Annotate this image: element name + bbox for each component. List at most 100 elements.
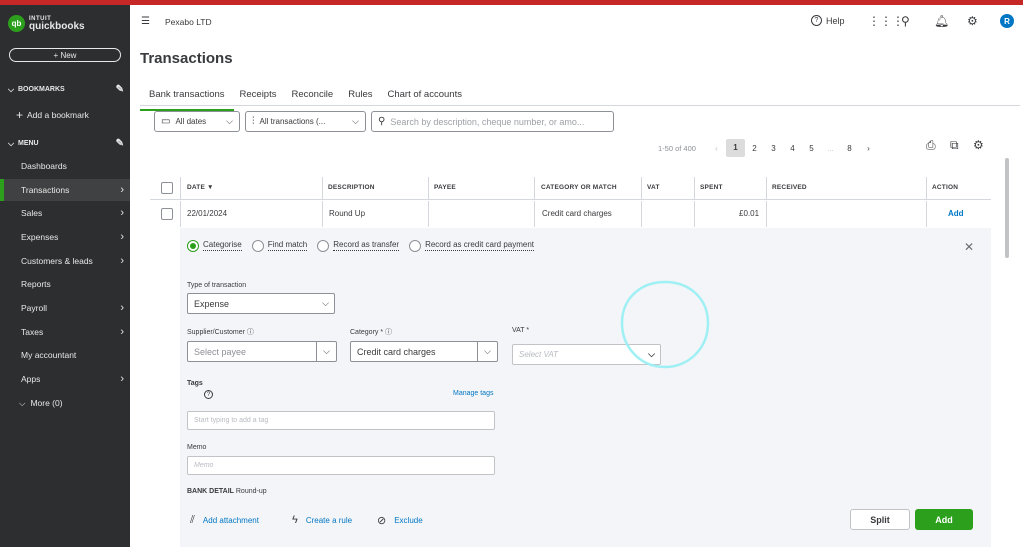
tab-divider bbox=[140, 105, 1020, 106]
sidebar-item-payroll[interactable]: Payroll › bbox=[0, 297, 130, 319]
lightning-icon: ϟ bbox=[292, 514, 298, 526]
apps-grid-icon[interactable]: ⋮⋮⋮ bbox=[868, 14, 904, 28]
sidebar-item-apps[interactable]: Apps › bbox=[0, 368, 130, 390]
bell-icon[interactable]: 🔔︎ bbox=[934, 14, 949, 28]
sidebar-item-my-accountant[interactable]: My accountant bbox=[0, 344, 130, 366]
bookmarks-section[interactable]: ⌵ BOOKMARKS ✎ bbox=[8, 84, 124, 95]
tags-input[interactable]: Start typing to add a tag bbox=[187, 411, 495, 430]
new-button[interactable]: + New bbox=[9, 48, 121, 62]
row-category: Credit card charges bbox=[542, 209, 612, 218]
date-filter[interactable]: ▭ All dates ⌵ bbox=[154, 111, 240, 132]
page-3-button[interactable]: 3 bbox=[764, 144, 783, 153]
avatar[interactable]: R bbox=[1000, 14, 1014, 28]
page-ellipsis: ... bbox=[827, 143, 834, 153]
help-icon[interactable]: ? bbox=[204, 390, 213, 399]
sidebar-item-expenses[interactable]: Expenses › bbox=[0, 226, 130, 248]
scrollbar[interactable] bbox=[1005, 158, 1009, 258]
col-payee: PAYEE bbox=[434, 184, 456, 191]
page-5-button[interactable]: 5 bbox=[802, 144, 821, 153]
edit-bookmarks-icon[interactable]: ✎ bbox=[116, 84, 124, 95]
memo-label: Memo bbox=[187, 444, 207, 451]
vat-label: VAT * bbox=[512, 327, 530, 334]
add-bookmark-link[interactable]: + Add a bookmark bbox=[16, 108, 89, 122]
chevron-down-icon: ⌵ bbox=[352, 116, 359, 126]
transaction-type-filter[interactable]: ⫶ All transactions (... ⌵ bbox=[245, 111, 366, 132]
categorise-radio[interactable] bbox=[187, 240, 199, 252]
tab-receipts[interactable]: Receipts bbox=[240, 83, 277, 105]
next-page-button[interactable]: › bbox=[859, 144, 878, 153]
tab-reconcile[interactable]: Reconcile bbox=[291, 83, 333, 105]
record-transfer-label[interactable]: Record as transfer bbox=[333, 240, 400, 251]
sidebar-item-sales[interactable]: Sales › bbox=[0, 202, 130, 224]
chevron-right-icon: › bbox=[120, 326, 124, 338]
table-row[interactable]: 22/01/2024 Round Up Credit card charges … bbox=[150, 201, 991, 227]
page-2-button[interactable]: 2 bbox=[745, 144, 764, 153]
col-vat: VAT bbox=[647, 184, 660, 191]
supplier-label: Supplier/Customer ⓘ bbox=[187, 329, 254, 336]
search-icon: ⚲ bbox=[378, 116, 386, 127]
chevron-down-icon: ⌵ bbox=[19, 397, 26, 408]
close-icon[interactable]: ✕ bbox=[964, 240, 974, 254]
memo-input[interactable]: Memo bbox=[187, 456, 495, 475]
help-icon: ⓘ bbox=[385, 329, 393, 336]
gear-icon[interactable]: ⚙ bbox=[967, 14, 978, 28]
sidebar-item-dashboards[interactable]: Dashboards bbox=[0, 155, 130, 177]
record-cc-payment-radio[interactable] bbox=[409, 240, 422, 252]
sidebar-item-taxes[interactable]: Taxes › bbox=[0, 321, 130, 343]
add-attachment-link[interactable]: ⫽ Add attachment bbox=[190, 514, 259, 527]
help-button[interactable]: ? Help bbox=[811, 15, 845, 26]
calendar-icon: ▭ bbox=[161, 116, 171, 127]
transaction-detail-panel: Categorise Find match Record as transfer… bbox=[180, 228, 991, 547]
gear-icon[interactable]: ⚙ bbox=[973, 138, 984, 152]
page-1-button[interactable]: 1 bbox=[725, 139, 745, 157]
search-input[interactable]: ⚲ Search by description, cheque number, … bbox=[371, 111, 614, 132]
split-button[interactable]: Split bbox=[850, 509, 910, 530]
tab-bank-transactions[interactable]: Bank transactions bbox=[140, 83, 233, 111]
page-8-button[interactable]: 8 bbox=[840, 144, 859, 153]
bank-detail: BANK DETAIL Round-up bbox=[187, 488, 267, 495]
search-icon[interactable]: ⚲ bbox=[901, 14, 910, 28]
col-date[interactable]: DATE ▼ bbox=[187, 184, 214, 191]
sidebar-item-more[interactable]: ⌵ More (0) bbox=[0, 392, 130, 414]
payee-select[interactable]: Select payee ⌵ bbox=[187, 341, 337, 362]
categorise-label[interactable]: Categorise bbox=[203, 240, 242, 251]
menu-section[interactable]: ⌵ MENU ✎ bbox=[8, 138, 124, 149]
row-checkbox[interactable] bbox=[161, 208, 173, 220]
chevron-down-icon: ⌵ bbox=[322, 298, 329, 308]
sidebar-item-reports[interactable]: Reports bbox=[0, 273, 130, 295]
chevron-down-icon: ⌵ bbox=[316, 342, 336, 361]
exclude-link[interactable]: ⊘ Exclude bbox=[377, 514, 423, 527]
quickbooks-logo[interactable]: qb INTUIT quickbooks bbox=[8, 15, 85, 32]
col-received: RECEIVED bbox=[772, 184, 807, 191]
category-select[interactable]: Credit card charges ⌵ bbox=[350, 341, 498, 362]
page-4-button[interactable]: 4 bbox=[783, 144, 802, 153]
select-all-checkbox[interactable] bbox=[161, 182, 173, 194]
find-match-radio[interactable] bbox=[251, 240, 264, 252]
tab-rules[interactable]: Rules bbox=[348, 83, 372, 105]
plus-icon: + bbox=[53, 50, 61, 60]
collapse-menu-icon[interactable]: ☰ bbox=[141, 16, 150, 27]
prev-page-button[interactable]: ‹ bbox=[707, 144, 726, 153]
table-header: DATE ▼ DESCRIPTION PAYEE CATEGORY OR MAT… bbox=[150, 177, 991, 200]
tab-chart-of-accounts[interactable]: Chart of accounts bbox=[388, 83, 462, 105]
filter-sliders-icon: ⫶ bbox=[252, 116, 255, 127]
company-name: Pexabo LTD bbox=[165, 17, 212, 27]
add-button[interactable]: Add bbox=[915, 509, 973, 530]
export-icon[interactable]: ⧉ bbox=[950, 138, 959, 153]
sidebar-item-customers-leads[interactable]: Customers & leads › bbox=[0, 250, 130, 272]
edit-menu-icon[interactable]: ✎ bbox=[116, 138, 124, 149]
plus-icon: + bbox=[16, 108, 24, 122]
sidebar-item-transactions[interactable]: Transactions › bbox=[0, 179, 130, 201]
print-icon[interactable]: ⎙ bbox=[926, 138, 936, 153]
record-cc-payment-label[interactable]: Record as credit card payment bbox=[425, 240, 535, 251]
row-add-link[interactable]: Add bbox=[948, 209, 964, 218]
type-label: Type of transaction bbox=[187, 282, 247, 289]
qb-logo-icon: qb bbox=[8, 15, 25, 32]
col-spent: SPENT bbox=[700, 184, 723, 191]
create-rule-link[interactable]: ϟ Create a rule bbox=[292, 514, 352, 526]
manage-tags-link[interactable]: Manage tags bbox=[453, 390, 493, 397]
record-transfer-radio[interactable] bbox=[317, 240, 330, 252]
transaction-type-select[interactable]: Expense ⌵ bbox=[187, 293, 335, 314]
match-mode-radios: Categorise Find match Record as transfer… bbox=[187, 240, 544, 252]
find-match-label[interactable]: Find match bbox=[267, 240, 308, 251]
